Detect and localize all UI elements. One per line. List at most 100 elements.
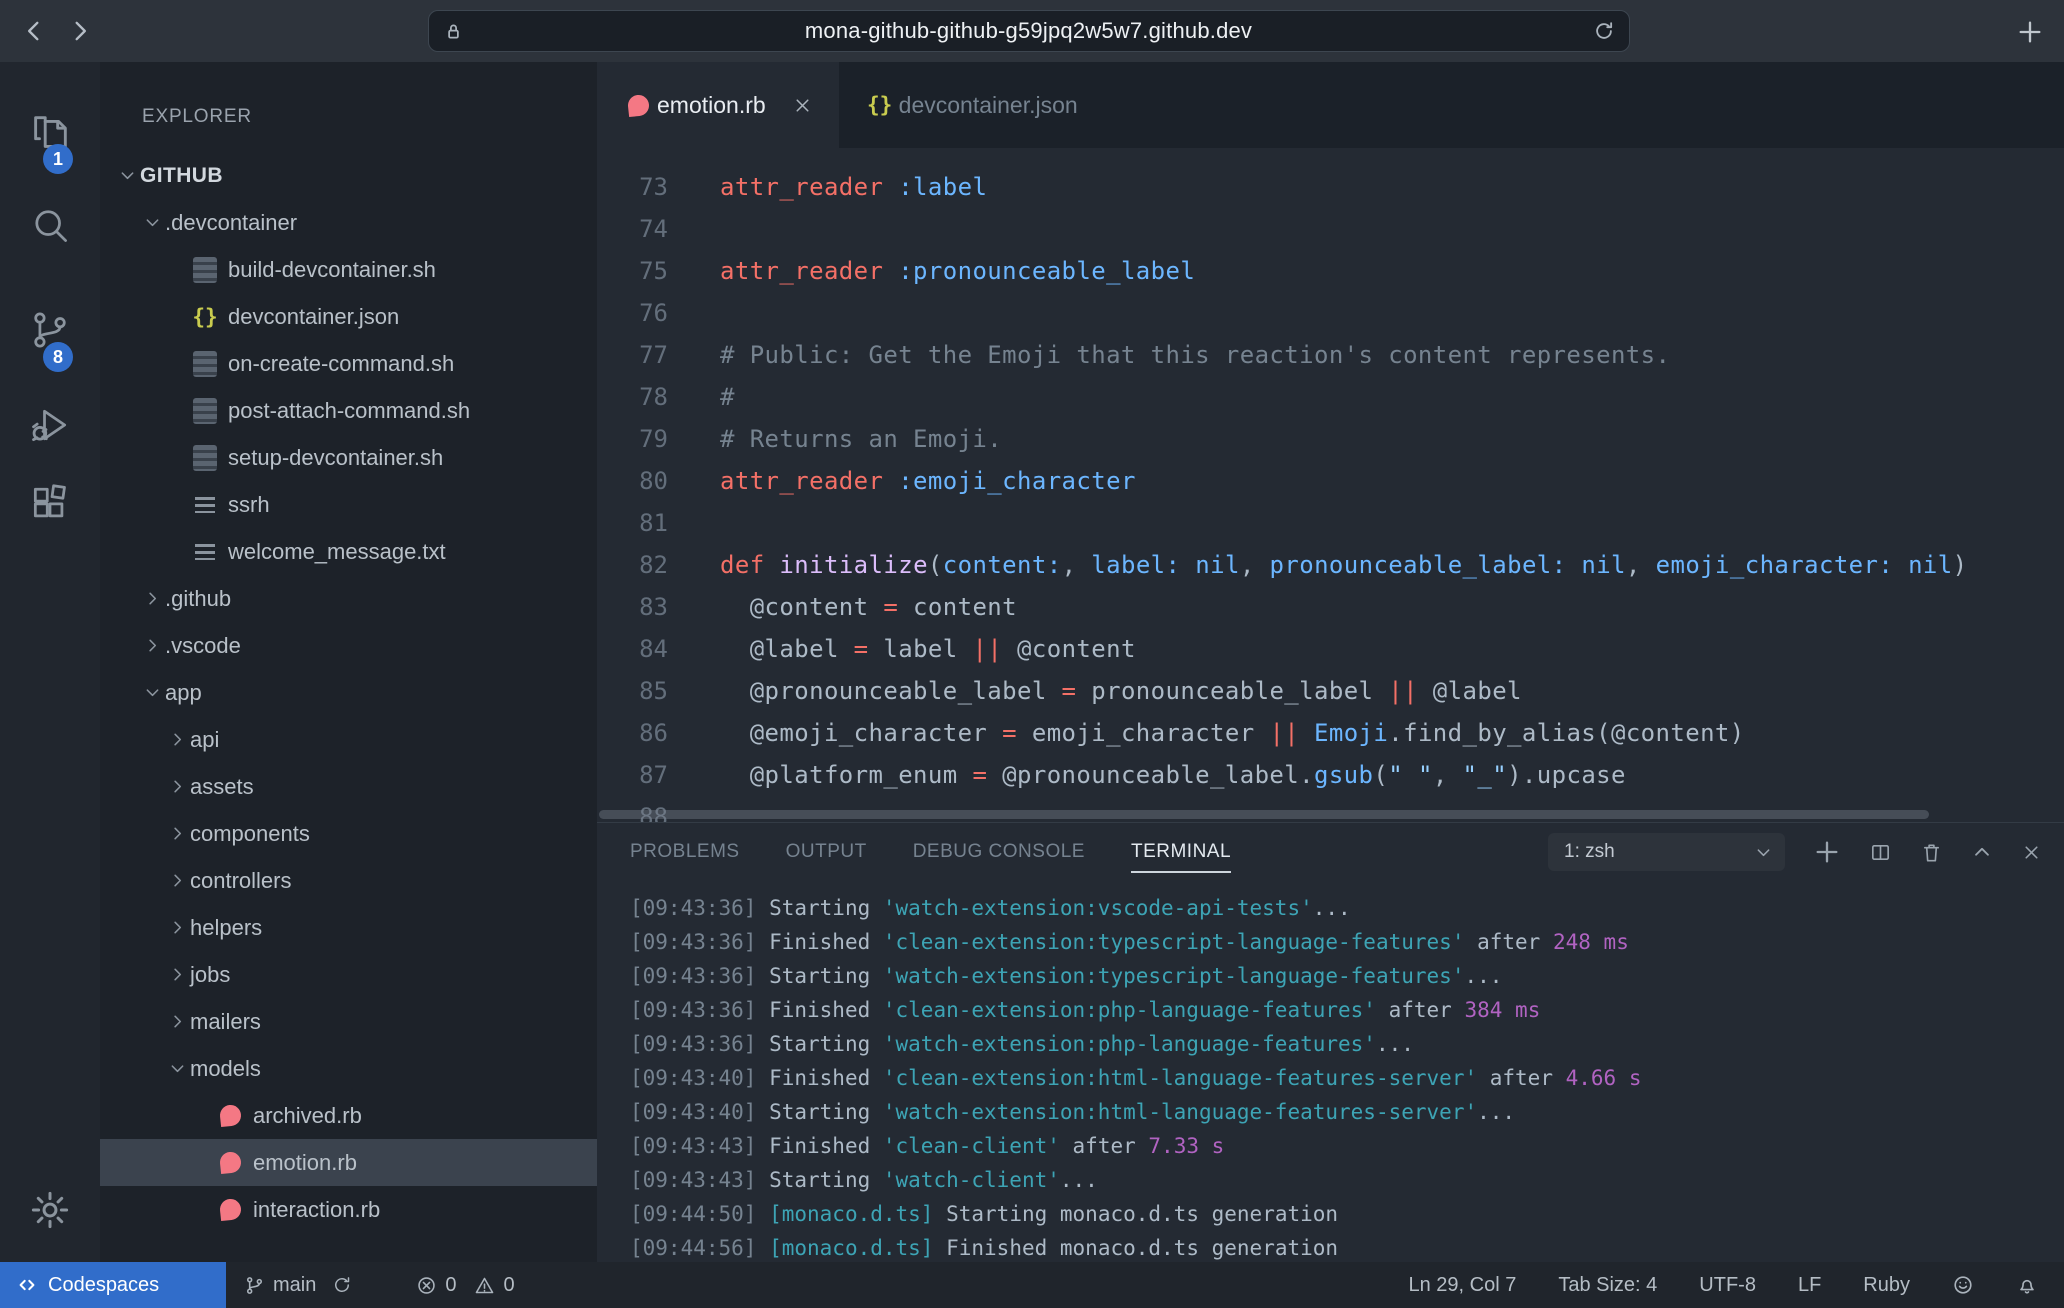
activity-item-search[interactable] (22, 197, 78, 253)
tree-item-build-devcontainer.sh[interactable]: build-devcontainer.sh (100, 246, 597, 293)
ruby-glyph (218, 1104, 241, 1127)
tree-item-.devcontainer[interactable]: .devcontainer (100, 199, 597, 246)
codespaces-button[interactable]: Codespaces (0, 1262, 226, 1308)
tree-item-assets[interactable]: assets (100, 763, 597, 810)
horizontal-scrollbar[interactable] (599, 810, 1929, 819)
tree-item-.github[interactable]: .github (100, 575, 597, 622)
code-text: @content = content (720, 593, 1017, 621)
chevron-right-icon (139, 636, 165, 655)
address-bar[interactable]: mona-github-github-g59jpq2w5w7.github.de… (428, 10, 1630, 52)
code-line[interactable]: 77# Public: Get the Emoji that this reac… (597, 334, 2064, 376)
code-line[interactable]: 83 @content = content (597, 586, 2064, 628)
tree-item-welcome_message.txt[interactable]: welcome_message.txt (100, 528, 597, 575)
tree-item-models[interactable]: models (100, 1045, 597, 1092)
doc-file-icon (190, 351, 220, 377)
codespaces-icon (16, 1274, 38, 1296)
tree-item-jobs[interactable]: jobs (100, 951, 597, 998)
panel-action-close-icon[interactable] (2021, 842, 2042, 863)
code-line[interactable]: 81 (597, 502, 2064, 544)
status-item-utf-8[interactable]: UTF-8 (1699, 1274, 1756, 1297)
status-bar: Codespaces main 0 0 Ln 29, Col 7 Tab Size… (0, 1262, 2064, 1308)
editor-tab-emotion.rb[interactable]: emotion.rb (597, 62, 839, 148)
tree-item-api[interactable]: api (100, 716, 597, 763)
tree-item-post-attach-command.sh[interactable]: post-attach-command.sh (100, 387, 597, 434)
line-number: 74 (597, 215, 668, 243)
terminal-line: [09:43:40] Finished 'clean-extension:htm… (630, 1061, 2064, 1095)
code-line[interactable]: 87 @platform_enum = @pronounceable_label… (597, 754, 2064, 796)
code-line[interactable]: 85 @pronounceable_label = pronounceable_… (597, 670, 2064, 712)
editor-area: emotion.rb{}devcontainer.json 73attr_rea… (597, 62, 2064, 822)
tree-item-.vscode[interactable]: .vscode (100, 622, 597, 669)
panel-tab-debug-console[interactable]: DEBUG CONSOLE (913, 827, 1085, 877)
code-line[interactable]: 73attr_reader :label (597, 166, 2064, 208)
tree-item-label: api (190, 727, 219, 753)
tree-item-mailers[interactable]: mailers (100, 998, 597, 1045)
tree-item-archived.rb[interactable]: archived.rb (100, 1092, 597, 1139)
tree-item-emotion.rb[interactable]: emotion.rb (100, 1139, 597, 1186)
code-line[interactable]: 80attr_reader :emoji_character (597, 460, 2064, 502)
code-viewport[interactable]: 73attr_reader :label 74 75attr_reader :pro… (597, 148, 2064, 822)
activity-item-extensions[interactable] (22, 475, 78, 531)
branch-label: main (273, 1274, 316, 1297)
tree-item-helpers[interactable]: helpers (100, 904, 597, 951)
status-item-ln-29-col-7[interactable]: Ln 29, Col 7 (1408, 1274, 1516, 1297)
tree-item-setup-devcontainer.sh[interactable]: setup-devcontainer.sh (100, 434, 597, 481)
search-icon (28, 203, 72, 247)
reload-icon[interactable] (1593, 20, 1615, 42)
status-item-tab-size-4[interactable]: Tab Size: 4 (1558, 1274, 1657, 1297)
code-text: # (720, 383, 735, 411)
code-line[interactable]: 78# (597, 376, 2064, 418)
panel-action-trash-icon[interactable] (1920, 841, 1943, 864)
back-button[interactable] (18, 14, 52, 48)
activity-item-run-debug[interactable] (22, 397, 78, 453)
activity-item-settings[interactable] (22, 1182, 78, 1238)
problems-indicator[interactable]: 0 0 (416, 1274, 514, 1297)
tree-item-GITHUB[interactable]: GITHUB (100, 152, 597, 199)
branch-indicator[interactable]: main (244, 1274, 316, 1297)
line-number: 73 (597, 173, 668, 201)
ruby-glyph (218, 1151, 241, 1174)
status-bar-right: Ln 29, Col 7 Tab Size: 4 UTF-8 LF Ruby (1408, 1274, 2064, 1297)
forward-button[interactable] (62, 14, 96, 48)
editor-tab-devcontainer.json[interactable]: {}devcontainer.json (839, 62, 1104, 148)
panel-action-split-icon[interactable] (1869, 841, 1892, 864)
new-tab-button[interactable] (2012, 14, 2048, 50)
terminal-output[interactable]: [09:43:36] Starting 'watch-extension:vsc… (597, 881, 2064, 1263)
status-item-smiley-icon[interactable] (1952, 1274, 1974, 1296)
status-item-ruby[interactable]: Ruby (1863, 1274, 1910, 1297)
code-line[interactable]: 79# Returns an Emoji. (597, 418, 2064, 460)
panel-action-chevron-up-icon[interactable] (1971, 841, 1993, 863)
terminal-shell-dropdown[interactable]: 1: zsh (1548, 833, 1785, 871)
doc-glyph (193, 445, 217, 471)
tree-item-ssrh[interactable]: ssrh (100, 481, 597, 528)
code-line[interactable]: 82def initialize(content:, label: nil, p… (597, 544, 2064, 586)
line-number: 83 (597, 593, 668, 621)
tree-item-label: components (190, 821, 310, 847)
tree-item-label: archived.rb (253, 1103, 362, 1129)
code-line[interactable]: 75attr_reader :pronounceable_label (597, 250, 2064, 292)
code-line[interactable]: 84 @label = label || @content (597, 628, 2064, 670)
tree-item-label: post-attach-command.sh (228, 398, 470, 424)
status-item-bell-icon[interactable] (2016, 1274, 2038, 1296)
code-text: attr_reader :emoji_character (720, 467, 1136, 495)
chevron-right-icon (65, 17, 93, 45)
code-text: @label = label || @content (720, 635, 1136, 663)
panel-tab-problems[interactable]: PROBLEMS (630, 827, 740, 877)
tree-item-on-create-command.sh[interactable]: on-create-command.sh (100, 340, 597, 387)
panel-tab-terminal[interactable]: TERMINAL (1131, 827, 1231, 877)
tree-item-devcontainer.json[interactable]: {}devcontainer.json (100, 293, 597, 340)
doc-file-icon (190, 398, 220, 424)
code-line[interactable]: 74 (597, 208, 2064, 250)
tree-item-components[interactable]: components (100, 810, 597, 857)
tree-item-controllers[interactable]: controllers (100, 857, 597, 904)
code-line[interactable]: 86 @emoji_character = emoji_character ||… (597, 712, 2064, 754)
close-icon[interactable] (792, 95, 813, 116)
panel-tab-output[interactable]: OUTPUT (786, 827, 867, 877)
tree-item-app[interactable]: app (100, 669, 597, 716)
code-line[interactable]: 76 (597, 292, 2064, 334)
activity-bar: 18 (0, 62, 100, 1262)
status-item-lf[interactable]: LF (1798, 1274, 1821, 1297)
sync-button[interactable] (332, 1275, 352, 1295)
panel-action-plus-icon[interactable] (1813, 838, 1841, 866)
tree-item-interaction.rb[interactable]: interaction.rb (100, 1186, 597, 1233)
